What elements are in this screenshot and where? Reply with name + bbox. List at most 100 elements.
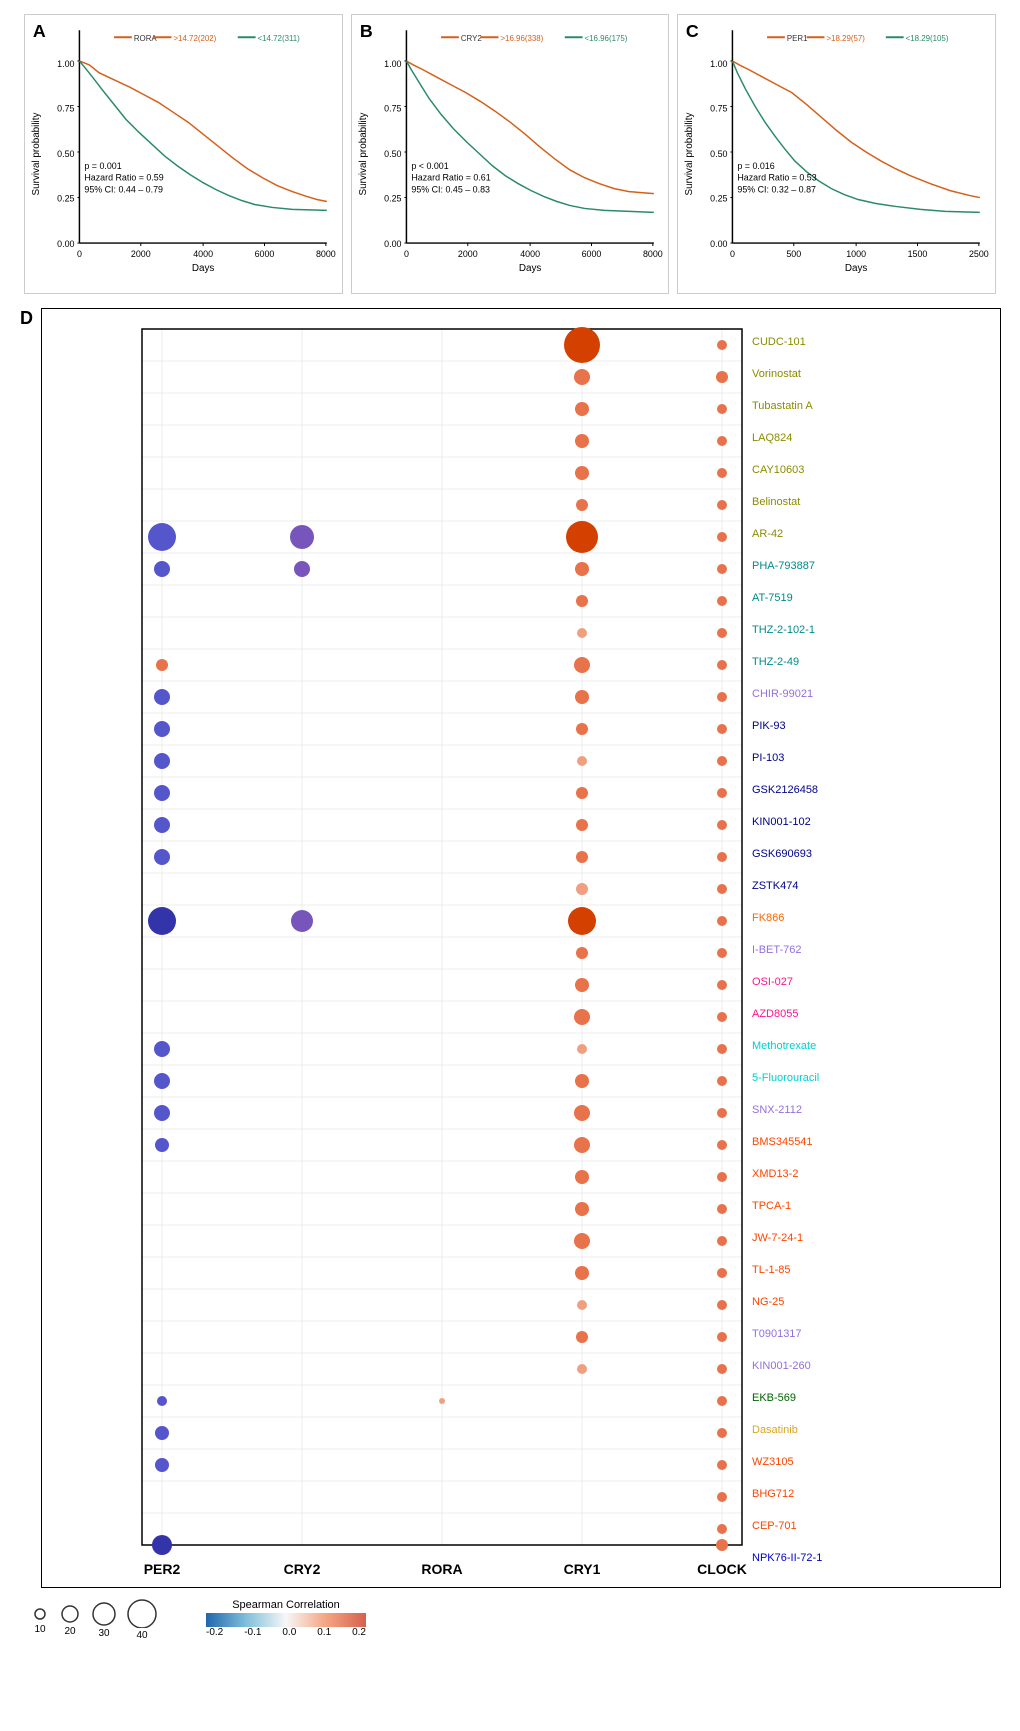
bubble-cry1-7 — [566, 521, 598, 553]
bubble-cry1-31 — [577, 1300, 587, 1310]
svg-text:CLOCK: CLOCK — [697, 1561, 747, 1577]
bubble-cry2-fk866 — [291, 910, 313, 932]
bubble-per2-5fu — [154, 1073, 170, 1089]
bubble-cry1-16 — [576, 819, 588, 831]
bubble-cry1-5 — [575, 466, 589, 480]
bubble-clock-6 — [717, 500, 727, 510]
svg-text:2000: 2000 — [131, 249, 151, 259]
drug-label-tubastatin: Tubastatin A — [752, 400, 813, 412]
bubble-cry1-27 — [575, 1170, 589, 1184]
bubble-cry1-12 — [575, 690, 589, 704]
bubble-per2-snx — [154, 1105, 170, 1121]
svg-text:1.00: 1.00 — [57, 59, 74, 69]
bubble-cry1-14 — [577, 756, 587, 766]
svg-text:0.25: 0.25 — [384, 194, 401, 204]
svg-text:0.00: 0.00 — [711, 239, 728, 249]
svg-text:<14.72(311): <14.72(311) — [258, 34, 301, 43]
bubble-clock-21 — [717, 980, 727, 990]
bubble-per2-fk866 — [148, 907, 176, 935]
svg-text:1.00: 1.00 — [711, 59, 728, 69]
bubble-clock-8 — [717, 564, 727, 574]
svg-text:PER1: PER1 — [787, 34, 808, 43]
bubble-clock-17 — [717, 852, 727, 862]
color-bar — [206, 1613, 366, 1627]
svg-text:95% CI: 0.44 – 0.79: 95% CI: 0.44 – 0.79 — [84, 185, 163, 195]
drug-label-kin001102: KIN001-102 — [752, 816, 811, 828]
bubble-per2-wz — [155, 1458, 169, 1472]
bubble-clock-28 — [717, 1204, 727, 1214]
bubble-per2-pik93 — [154, 721, 170, 737]
bubble-per2-gsk690 — [154, 849, 170, 865]
drug-label-at7519: AT-7519 — [752, 592, 793, 604]
svg-text:0: 0 — [730, 249, 735, 259]
drug-label-kin001260: KIN001-260 — [752, 1360, 811, 1372]
bubble-clock-10 — [717, 628, 727, 638]
bubble-clock-11 — [717, 660, 727, 670]
size-40-label: 40 — [136, 1630, 147, 1641]
size-legend-40: 40 — [126, 1596, 158, 1641]
bubble-cry1-11 — [574, 657, 590, 673]
bubble-cry1-24 — [575, 1074, 589, 1088]
bubble-clock-2 — [716, 371, 728, 383]
bubble-clock-15 — [717, 788, 727, 798]
svg-text:0.50: 0.50 — [384, 149, 401, 159]
bubble-cry1-8 — [575, 562, 589, 576]
svg-text:>16.96(338): >16.96(338) — [500, 34, 543, 43]
drug-label-npk76: NPK76-II-72-1 — [752, 1552, 822, 1564]
bubble-cry2-ar42 — [290, 525, 314, 549]
bubble-clock-7 — [717, 532, 727, 542]
bubble-clock-36 — [717, 1460, 727, 1470]
svg-text:Days: Days — [192, 263, 215, 274]
drug-label-5fu: 5-Fluorouracil — [752, 1072, 819, 1084]
top-row: 0.00 0.25 0.50 0.75 1.00 Survival probab… — [20, 10, 1000, 298]
color-min-label: -0.2 — [206, 1627, 223, 1638]
svg-text:0: 0 — [404, 249, 409, 259]
section-d-label: D — [20, 308, 33, 329]
bubble-cry1-3 — [575, 402, 589, 416]
bubble-clock-16 — [717, 820, 727, 830]
bubble-rora-ekb — [439, 1398, 445, 1404]
drug-label-laq824: LAQ824 — [752, 432, 792, 444]
bubble-cry1-20 — [576, 947, 588, 959]
svg-text:Survival probability: Survival probability — [31, 113, 42, 196]
bubble-clock-3 — [717, 404, 727, 414]
svg-text:p = 0.001: p = 0.001 — [84, 161, 121, 171]
svg-text:6000: 6000 — [255, 249, 275, 259]
drug-label-ibet762: I-BET-762 — [752, 944, 802, 956]
bubble-cry1-6 — [576, 499, 588, 511]
bubble-per2-kin — [154, 817, 170, 833]
svg-text:1.00: 1.00 — [384, 59, 401, 69]
svg-text:0.00: 0.00 — [57, 239, 74, 249]
svg-text:2000: 2000 — [458, 249, 478, 259]
svg-text:1500: 1500 — [908, 249, 928, 259]
drug-label-jw7241: JW-7-24-1 — [752, 1232, 803, 1244]
drug-label-cep701: CEP-701 — [752, 1520, 797, 1532]
svg-text:0.50: 0.50 — [57, 149, 74, 159]
drug-label-cay10603: CAY10603 — [752, 464, 804, 476]
drug-label-pha793887: PHA-793887 — [752, 560, 815, 572]
svg-text:2500: 2500 — [969, 249, 989, 259]
svg-text:0.75: 0.75 — [384, 103, 401, 113]
bubble-clock-31 — [717, 1300, 727, 1310]
bubble-clock-34 — [717, 1396, 727, 1406]
bubble-per2-pha — [154, 561, 170, 577]
color-mid-low-label: -0.1 — [244, 1627, 261, 1638]
panel-a: 0.00 0.25 0.50 0.75 1.00 Survival probab… — [24, 14, 343, 294]
bubble-clock-20 — [717, 948, 727, 958]
svg-text:CRY1: CRY1 — [564, 1561, 601, 1577]
drug-label-osi027: OSI-027 — [752, 976, 793, 988]
size-10-label: 10 — [34, 1624, 45, 1635]
svg-text:CRY2: CRY2 — [461, 34, 482, 43]
bubble-per2-das — [155, 1426, 169, 1440]
drug-label-zstk474: ZSTK474 — [752, 880, 798, 892]
svg-text:Days: Days — [845, 263, 868, 274]
svg-text:RORA: RORA — [421, 1561, 462, 1577]
bubble-clock-27 — [717, 1172, 727, 1182]
bubble-cry1-33 — [577, 1364, 587, 1374]
drug-label-gsk2126458: GSK2126458 — [752, 784, 818, 796]
bubble-cry1-26 — [574, 1137, 590, 1153]
svg-text:500: 500 — [787, 249, 802, 259]
bubble-clock-26 — [717, 1140, 727, 1150]
panel-c-svg: 0.00 0.25 0.50 0.75 1.00 Survival probab… — [678, 15, 995, 293]
drug-label-t0901317: T0901317 — [752, 1328, 802, 1340]
